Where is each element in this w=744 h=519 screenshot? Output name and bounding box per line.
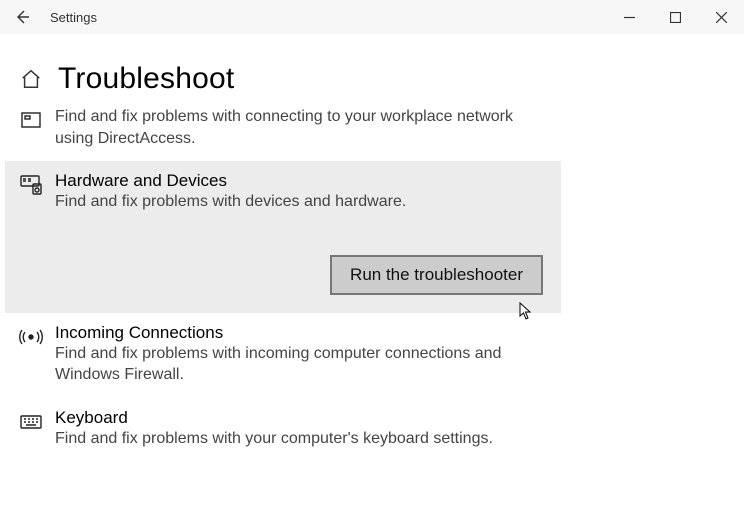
item-desc: Find and fix problems with devices and h… (55, 191, 547, 213)
item-desc: Find and fix problems with connecting to… (55, 106, 547, 149)
hardware-icon (19, 171, 55, 295)
page-title: Troubleshoot (58, 62, 234, 96)
page-header: Troubleshoot (0, 34, 744, 106)
maximize-button[interactable] (652, 0, 698, 34)
incoming-icon (19, 323, 55, 386)
item-keyboard[interactable]: Keyboard Find and fix problems with your… (5, 398, 561, 462)
home-icon[interactable] (20, 68, 42, 90)
item-title: Incoming Connections (55, 323, 547, 343)
run-troubleshooter-button[interactable]: Run the troubleshooter (330, 255, 543, 295)
item-hardware[interactable]: Hardware and Devices Find and fix proble… (5, 161, 561, 313)
troubleshooter-list: DirectAccess Find and fix problems with … (5, 106, 561, 462)
item-title: Hardware and Devices (55, 171, 547, 191)
close-button[interactable] (698, 0, 744, 34)
item-incoming[interactable]: Incoming Connections Find and fix proble… (5, 313, 561, 398)
item-desc: Find and fix problems with your computer… (55, 428, 547, 450)
keyboard-icon (19, 408, 55, 450)
back-button[interactable] (0, 0, 44, 34)
item-title: Keyboard (55, 408, 547, 428)
item-directaccess[interactable]: DirectAccess Find and fix problems with … (5, 106, 561, 161)
directaccess-icon (19, 106, 55, 149)
window-title: Settings (44, 10, 97, 25)
minimize-button[interactable] (606, 0, 652, 34)
window-titlebar: Settings (0, 0, 744, 34)
item-desc: Find and fix problems with incoming comp… (55, 343, 547, 386)
